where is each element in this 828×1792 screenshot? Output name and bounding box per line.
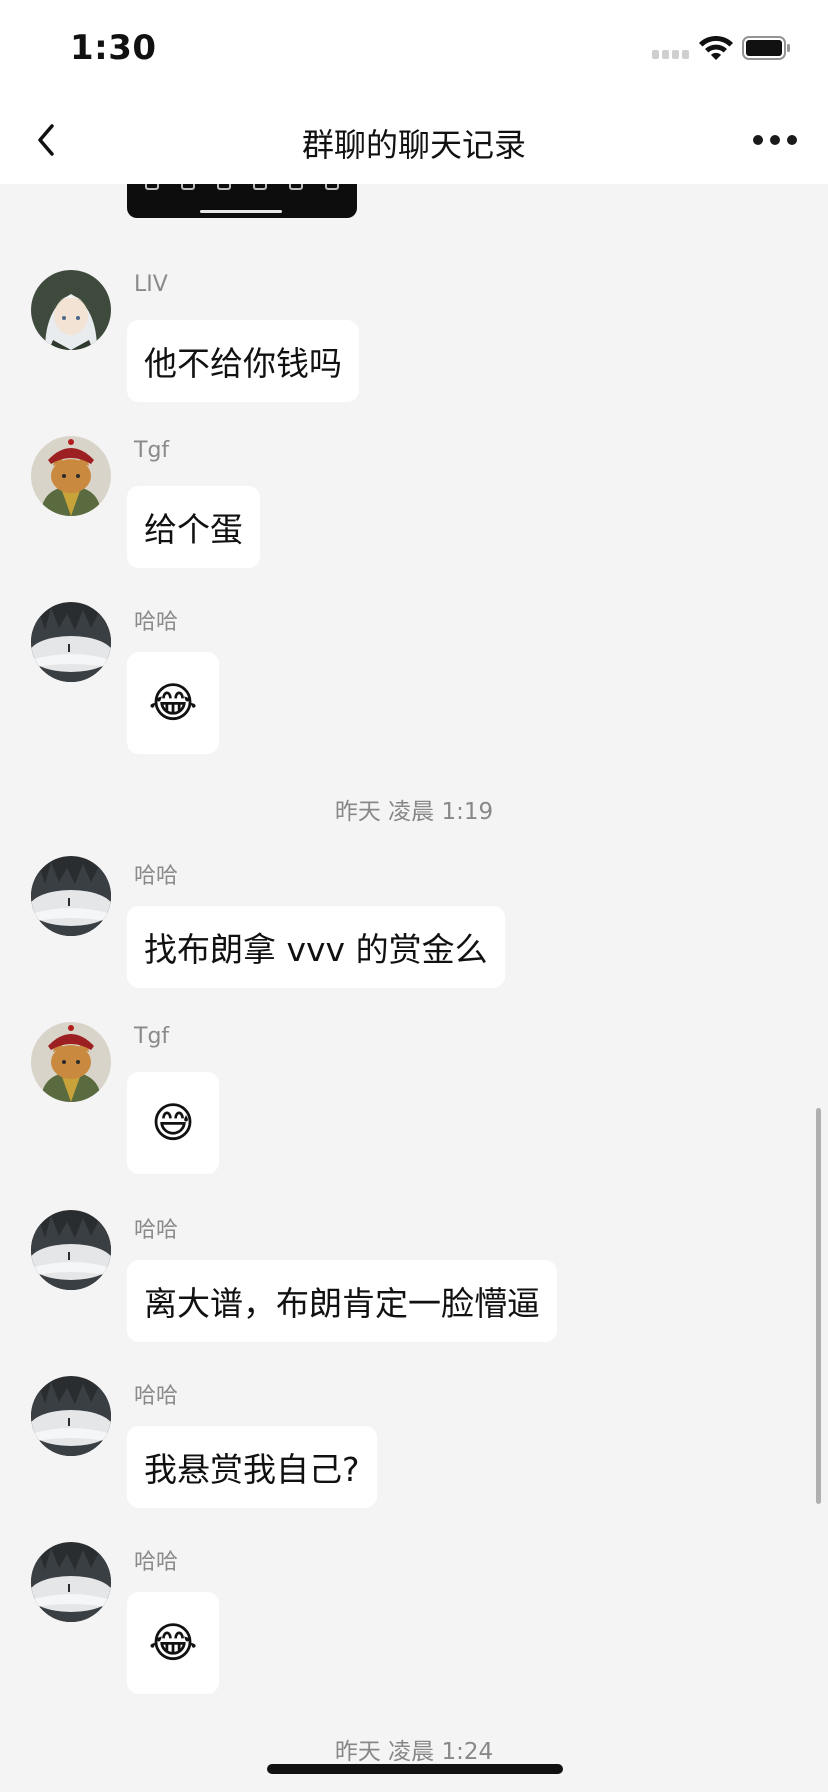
- image-message-preview[interactable]: [127, 184, 357, 218]
- more-button[interactable]: [740, 118, 810, 162]
- avatar[interactable]: [31, 1210, 111, 1290]
- scrollbar[interactable]: [816, 1108, 821, 1504]
- avatar[interactable]: [31, 1376, 111, 1456]
- nav-bar: 群聊的聊天记录: [0, 96, 828, 184]
- avatar[interactable]: [31, 1022, 111, 1102]
- page-title: 群聊的聊天记录: [301, 126, 526, 164]
- sender-name: LIV: [134, 272, 168, 297]
- avatar[interactable]: [31, 270, 111, 350]
- sweat-smile-emoji: 😅: [151, 1098, 195, 1147]
- wifi-icon: [699, 35, 733, 60]
- signal-icon: [652, 50, 690, 60]
- chat-history[interactable]: LIV 他不给你钱吗 Tgf 给个蛋 哈哈 😂 昨天 凌晨 1:19 哈哈 找布…: [0, 184, 828, 1792]
- emoji-message-bubble[interactable]: 😂: [127, 1592, 219, 1694]
- avatar[interactable]: [31, 1542, 111, 1622]
- timestamp-divider: 昨天 凌晨 1:19: [334, 799, 494, 825]
- timestamp-divider: 昨天 凌晨 1:24: [334, 1739, 494, 1765]
- avatar[interactable]: [31, 436, 111, 516]
- avatar[interactable]: [31, 856, 111, 936]
- toolbar-icons: [145, 184, 339, 190]
- message-bubble[interactable]: 他不给你钱吗: [127, 320, 359, 402]
- message-bubble[interactable]: 给个蛋: [127, 486, 260, 568]
- status-time: 1:30: [70, 28, 157, 68]
- sender-name: 哈哈: [134, 1218, 179, 1243]
- sender-name: 哈哈: [134, 610, 179, 635]
- sender-name: Tgf: [134, 438, 170, 463]
- message-bubble[interactable]: 找布朗拿 vvv 的赏金么: [127, 906, 505, 988]
- battery-icon: [742, 36, 790, 60]
- message-bubble[interactable]: 离大谱，布朗肯定一脸懵逼: [127, 1260, 557, 1342]
- message-bubble[interactable]: 我悬赏我自己?: [127, 1426, 377, 1508]
- tears-of-joy-emoji: 😂: [148, 1618, 198, 1667]
- avatar[interactable]: [31, 602, 111, 682]
- emoji-message-bubble[interactable]: 😂: [127, 652, 219, 754]
- sender-name: Tgf: [134, 1024, 170, 1049]
- more-dots-icon: [753, 135, 763, 145]
- sender-name: 哈哈: [134, 864, 179, 889]
- home-indicator[interactable]: [267, 1764, 563, 1774]
- tears-of-joy-emoji: 😂: [148, 678, 198, 727]
- status-bar: 1:30: [0, 0, 828, 96]
- emoji-message-bubble[interactable]: 😅: [127, 1072, 219, 1174]
- sender-name: 哈哈: [134, 1550, 179, 1575]
- sender-name: 哈哈: [134, 1384, 179, 1409]
